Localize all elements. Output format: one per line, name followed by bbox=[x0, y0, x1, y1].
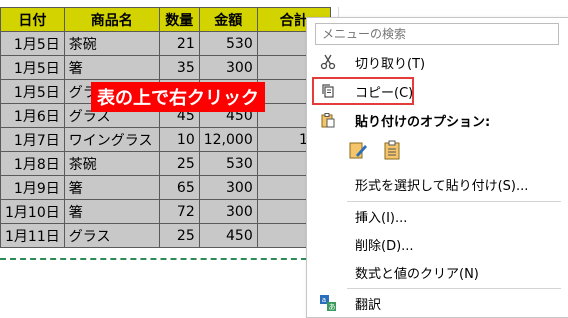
menu-item-clear[interactable]: 数式と値のクリア(N) bbox=[307, 258, 568, 286]
table-row: 1月7日 ワイングラス 10 12,000 120 bbox=[0, 127, 331, 152]
cell-product[interactable]: 箸 bbox=[63, 55, 160, 80]
cell-date[interactable]: 1月6日 bbox=[0, 103, 65, 128]
cell-product[interactable]: 茶碗 bbox=[63, 151, 160, 176]
menu-label-insert: 挿入(I)... bbox=[355, 210, 408, 226]
cell-amount[interactable]: 300 bbox=[198, 199, 258, 224]
header-date[interactable]: 日付 bbox=[0, 7, 65, 32]
instruction-callout: 表の上で右クリック bbox=[91, 82, 265, 112]
cell-product[interactable]: 箸 bbox=[63, 175, 160, 200]
table-row: 1月8日 茶碗 25 530 13 bbox=[0, 151, 331, 176]
table-row: 1月9日 箸 65 300 19 bbox=[0, 175, 331, 200]
cell-date[interactable]: 1月11日 bbox=[0, 223, 65, 248]
menu-item-copy[interactable]: コピー(C) bbox=[307, 77, 568, 105]
copy-icon bbox=[317, 81, 339, 101]
cell-date[interactable]: 1月8日 bbox=[0, 151, 65, 176]
svg-text:a: a bbox=[322, 297, 326, 304]
paste-formatting-icon[interactable] bbox=[347, 139, 369, 161]
menu-search-input[interactable] bbox=[316, 24, 568, 44]
paste-options-row bbox=[347, 139, 403, 161]
cell-quantity[interactable]: 72 bbox=[158, 199, 200, 224]
cell-quantity[interactable]: 25 bbox=[158, 223, 200, 248]
menu-label-copy: コピー(C) bbox=[355, 85, 414, 101]
data-table[interactable]: 日付 商品名 数量 金額 合計 1月5日 茶碗 21 530 11 1月5日 箸… bbox=[0, 7, 331, 248]
header-amount[interactable]: 金額 bbox=[198, 7, 258, 32]
cell-product[interactable]: 茶碗 bbox=[63, 31, 160, 56]
menu-item-delete[interactable]: 削除(D)... bbox=[307, 230, 568, 258]
menu-label-paste-special: 形式を選択して貼り付け(S)... bbox=[355, 178, 529, 194]
paste-icon[interactable] bbox=[381, 139, 403, 161]
header-row: 日付 商品名 数量 金額 合計 bbox=[0, 7, 331, 32]
paste-clipboard-icon bbox=[317, 110, 339, 130]
context-menu: 切り取り(T) コピー(C) 貼り付けのオプション: 形式を選択して貼り付け(S… bbox=[306, 17, 568, 318]
cell-amount[interactable]: 300 bbox=[198, 175, 258, 200]
menu-label-clear: 数式と値のクリア(N) bbox=[355, 266, 479, 282]
menu-item-cut[interactable]: 切り取り(T) bbox=[307, 48, 568, 76]
menu-item-paste-special[interactable]: 形式を選択して貼り付け(S)... bbox=[307, 170, 568, 198]
header-quantity[interactable]: 数量 bbox=[158, 7, 200, 32]
cell-date[interactable]: 1月7日 bbox=[0, 127, 65, 152]
scissors-icon bbox=[317, 52, 339, 72]
selection-marquee bbox=[0, 258, 337, 260]
cell-date[interactable]: 1月5日 bbox=[0, 55, 65, 80]
cell-date[interactable]: 1月5日 bbox=[0, 31, 65, 56]
menu-label-delete: 削除(D)... bbox=[355, 238, 414, 254]
cell-amount[interactable]: 12,000 bbox=[198, 127, 258, 152]
menu-item-paste-options: 貼り付けのオプション: bbox=[307, 106, 568, 134]
blank-icon bbox=[317, 174, 339, 194]
cell-product[interactable]: 箸 bbox=[63, 199, 160, 224]
svg-text:あ: あ bbox=[329, 303, 336, 311]
cell-amount[interactable]: 530 bbox=[198, 151, 258, 176]
menu-label-cut: 切り取り(T) bbox=[355, 56, 426, 72]
cell-date[interactable]: 1月5日 bbox=[0, 79, 65, 104]
translate-icon: aあ bbox=[317, 293, 339, 313]
menu-item-translate[interactable]: aあ 翻訳 bbox=[307, 289, 568, 317]
table-row: 1月11日 グラス 25 450 11 bbox=[0, 223, 331, 248]
cell-product[interactable]: グラス bbox=[63, 223, 160, 248]
header-product[interactable]: 商品名 bbox=[63, 7, 160, 32]
cell-quantity[interactable]: 25 bbox=[158, 151, 200, 176]
table-row: 1月5日 箸 35 300 10 bbox=[0, 55, 331, 80]
cell-quantity[interactable]: 65 bbox=[158, 175, 200, 200]
cell-amount[interactable]: 530 bbox=[198, 31, 258, 56]
menu-label-translate: 翻訳 bbox=[355, 297, 382, 313]
cell-date[interactable]: 1月10日 bbox=[0, 199, 65, 224]
cell-date[interactable]: 1月9日 bbox=[0, 175, 65, 200]
blank-icon bbox=[317, 206, 339, 226]
blank-icon bbox=[317, 234, 339, 254]
cell-quantity[interactable]: 10 bbox=[158, 127, 200, 152]
cell-product[interactable]: ワイングラス bbox=[63, 127, 160, 152]
table-row: 1月5日 茶碗 21 530 11 bbox=[0, 31, 331, 56]
cell-amount[interactable]: 450 bbox=[198, 223, 258, 248]
cell-amount[interactable]: 300 bbox=[198, 55, 258, 80]
cell-quantity[interactable]: 21 bbox=[158, 31, 200, 56]
menu-search-box[interactable] bbox=[315, 23, 568, 45]
blank-icon bbox=[317, 262, 339, 282]
menu-label-paste-options: 貼り付けのオプション: bbox=[355, 114, 491, 130]
menu-item-insert[interactable]: 挿入(I)... bbox=[307, 202, 568, 230]
table-row: 1月10日 箸 72 300 21 bbox=[0, 199, 331, 224]
cell-quantity[interactable]: 35 bbox=[158, 55, 200, 80]
